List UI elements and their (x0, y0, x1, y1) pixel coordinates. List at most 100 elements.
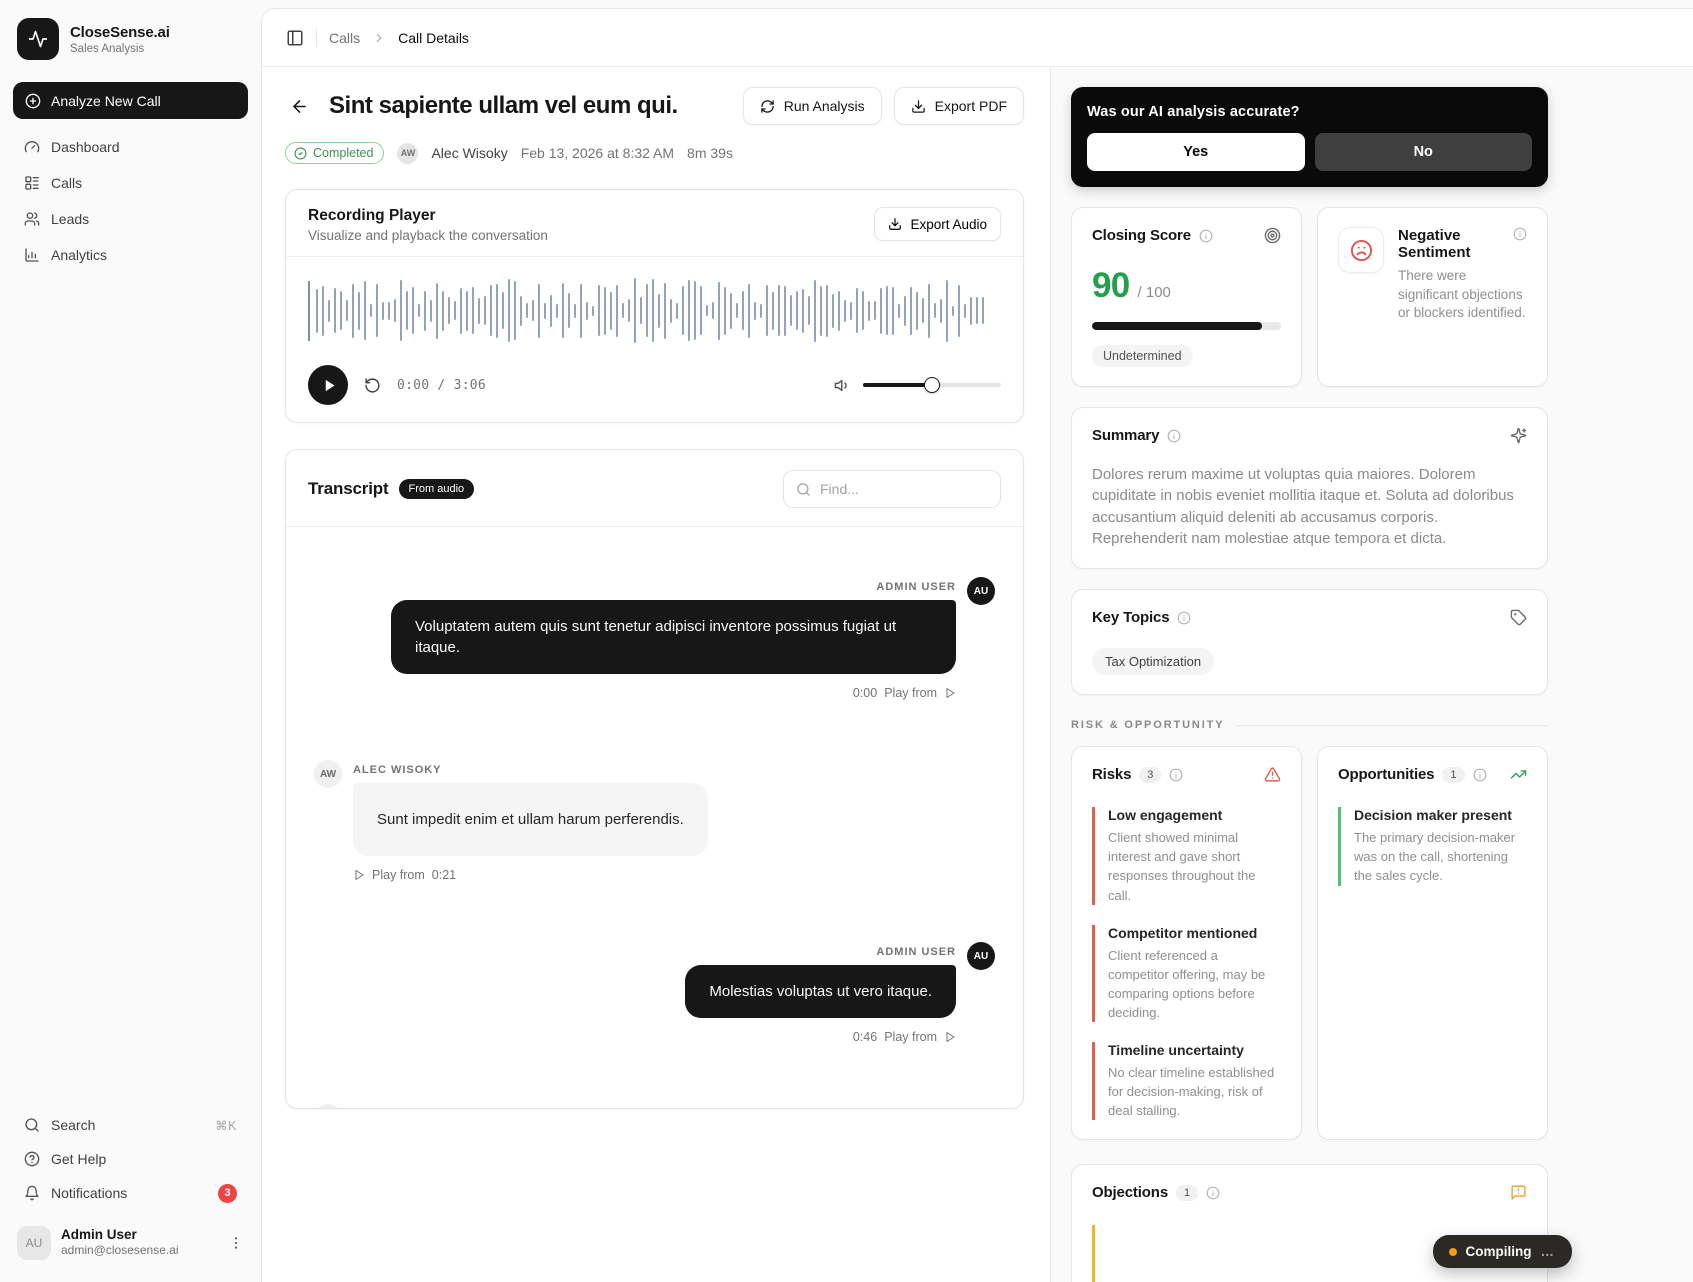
sidebar-item-calls[interactable]: Calls (13, 165, 248, 201)
summary-title: Summary (1092, 427, 1159, 444)
status-label: Completed (313, 146, 373, 160)
waveform[interactable] (308, 272, 1001, 350)
summary-card: Summary Dolores rerum maxime ut voluptas… (1071, 407, 1548, 569)
risk-title: Competitor mentioned (1108, 925, 1281, 941)
transcript-messages: ADMIN USER Voluptatem autem quis sunt te… (286, 527, 1023, 1108)
sidebar-item-notifications[interactable]: Notifications 3 (13, 1176, 248, 1210)
message-bubble: Sunt impedit enim et ullam harum perfere… (353, 783, 708, 856)
topic-chip[interactable]: Tax Optimization (1092, 648, 1214, 675)
arrow-left-icon (290, 97, 309, 116)
sidebar: CloseSense.ai Sales Analysis Analyze New… (0, 0, 261, 1282)
sidebar-toggle-icon[interactable] (286, 29, 304, 47)
search-input[interactable] (820, 481, 988, 497)
avatar: AW (314, 1104, 342, 1108)
bell-icon (24, 1185, 40, 1201)
sidebar-item-label: Analytics (51, 247, 107, 263)
info-icon[interactable] (1206, 1186, 1220, 1200)
info-icon[interactable] (1177, 611, 1191, 625)
breadcrumb-calls[interactable]: Calls (329, 30, 360, 46)
layout-list-icon (24, 175, 40, 191)
check-circle-icon (294, 147, 307, 160)
info-icon[interactable] (1199, 229, 1213, 243)
message-bubble: Molestias voluptas ut vero itaque. (685, 965, 956, 1018)
triangle-alert-icon (1264, 766, 1281, 783)
objections-count-badge: 1 (1176, 1185, 1198, 1201)
sidebar-item-leads[interactable]: Leads (13, 201, 248, 237)
message-agent-1: AW ALEC WISOKY Sunt impedit enim et ulla… (314, 754, 995, 882)
restart-icon[interactable] (364, 377, 381, 394)
chevron-right-icon (372, 31, 386, 45)
player-subtitle: Visualize and playback the conversation (308, 228, 548, 243)
info-icon[interactable] (1513, 227, 1527, 241)
risk-description: No clear timeline established for decisi… (1108, 1063, 1281, 1120)
run-analysis-button[interactable]: Run Analysis (743, 87, 882, 125)
search-shortcut: ⌘K (215, 1118, 237, 1133)
message-bubble: Voluptatem autem quis sunt tenetur adipi… (391, 600, 956, 674)
call-detail-column: Sint sapiente ullam vel eum qui. Run Ana… (262, 67, 1050, 1282)
closing-score-bar (1092, 322, 1281, 330)
kebab-menu-icon[interactable] (228, 1235, 244, 1251)
play-button[interactable] (308, 365, 348, 405)
back-button[interactable] (285, 92, 313, 120)
risk-description: Client showed minimal interest and gave … (1108, 828, 1281, 904)
brand-tagline: Sales Analysis (70, 43, 170, 55)
feedback-card: Was our AI analysis accurate? Yes No (1071, 87, 1548, 187)
speaker-label: ADMIN USER (876, 936, 956, 958)
sidebar-item-label: Dashboard (51, 139, 120, 155)
topbar: Calls Call Details (262, 9, 1693, 67)
risks-title: Risks (1092, 766, 1131, 783)
user-menu[interactable]: AU Admin User admin@closesense.ai (13, 1220, 248, 1266)
sidebar-item-get-help[interactable]: Get Help (13, 1142, 248, 1176)
export-audio-button[interactable]: Export Audio (874, 207, 1001, 241)
message-time: 0:00 (853, 686, 877, 700)
sidebar-item-search[interactable]: Search ⌘K (13, 1108, 248, 1142)
info-icon[interactable] (1169, 768, 1183, 782)
export-audio-label: Export Audio (910, 217, 987, 232)
export-pdf-button[interactable]: Export PDF (894, 87, 1024, 125)
outcome-badge: Undetermined (1092, 345, 1193, 367)
toast-ellipsis: … (1541, 1244, 1557, 1259)
frown-icon (1338, 227, 1384, 273)
analyze-new-call-label: Analyze New Call (51, 93, 161, 109)
play-outline-icon (944, 1031, 956, 1043)
play-from-control[interactable]: 0:46 Play from (853, 1030, 956, 1044)
avatar: AU (967, 577, 995, 605)
transcript-search[interactable] (783, 470, 1001, 508)
volume-slider-thumb[interactable] (924, 377, 940, 393)
play-from-control[interactable]: 0:00 Play from (853, 686, 956, 700)
brand: CloseSense.ai Sales Analysis (13, 16, 248, 60)
sidebar-item-label: Calls (51, 175, 82, 191)
circle-help-icon (24, 1151, 40, 1167)
info-icon[interactable] (1473, 768, 1487, 782)
message-time: 0:21 (432, 868, 456, 882)
analyze-new-call-button[interactable]: Analyze New Call (13, 82, 248, 119)
message-admin-2: ADMIN USER Molestias voluptas ut vero it… (314, 936, 995, 1044)
sidebar-item-dashboard[interactable]: Dashboard (13, 129, 248, 165)
feedback-no-button[interactable]: No (1315, 133, 1533, 171)
play-outline-icon (353, 869, 365, 881)
message-admin-1: ADMIN USER Voluptatem autem quis sunt te… (314, 571, 995, 700)
risk-opportunity-section-label: RISK & OPPORTUNITY (1071, 719, 1548, 731)
opportunity-title: Decision maker present (1354, 807, 1527, 823)
closing-score-max: / 100 (1138, 284, 1171, 301)
status-badge: Completed (285, 142, 384, 164)
opportunities-count-badge: 1 (1442, 767, 1464, 783)
risk-title: Timeline uncertainty (1108, 1042, 1281, 1058)
volume-slider[interactable] (863, 377, 1001, 393)
page-title: Sint sapiente ullam vel eum qui. (329, 92, 678, 120)
play-from-control[interactable]: Play from 0:21 (353, 868, 708, 882)
sentiment-card: Negative Sentiment There were significan… (1317, 207, 1548, 387)
sidebar-item-analytics[interactable]: Analytics (13, 237, 248, 273)
feedback-yes-button[interactable]: Yes (1087, 133, 1305, 171)
agent-name: Alec Wisoky (431, 145, 507, 161)
info-icon[interactable] (1167, 429, 1181, 443)
sparkles-icon (1510, 427, 1527, 444)
time-display: 0:00 / 3:06 (397, 378, 486, 393)
play-from-label: Play from (372, 868, 425, 882)
call-duration: 8m 39s (687, 145, 733, 161)
notifications-label: Notifications (51, 1185, 127, 1201)
volume-icon[interactable] (834, 377, 851, 394)
transcript-card: Transcript From audio ADMIN USER Volupta… (285, 449, 1024, 1109)
opportunities-title: Opportunities (1338, 766, 1434, 783)
download-icon (911, 99, 926, 114)
